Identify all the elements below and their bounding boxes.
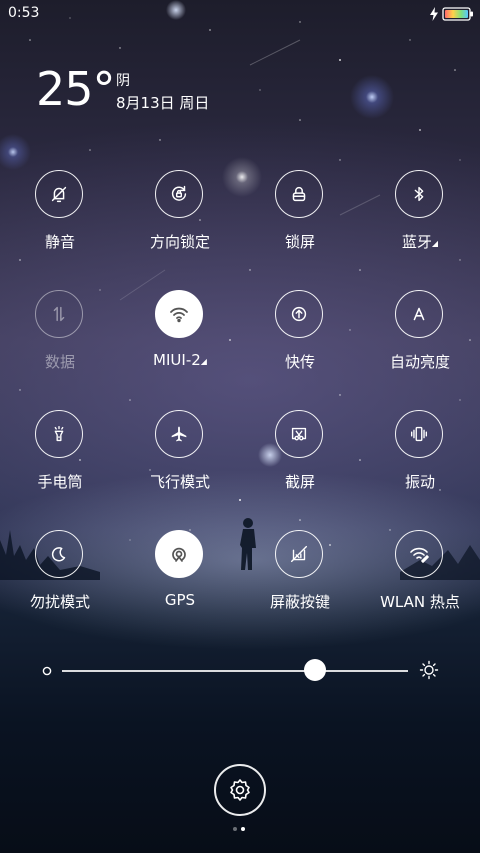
toggle-flashlight-label: 手电筒 xyxy=(37,473,83,491)
toggle-gps[interactable]: GPS xyxy=(120,530,240,630)
hotspot-icon xyxy=(410,547,429,563)
toggle-auto-brightness-button[interactable] xyxy=(395,290,443,338)
brightness-slider[interactable] xyxy=(0,652,480,692)
toggle-airplane-mode[interactable]: 飞行模式 xyxy=(120,410,240,510)
toggle-quick-transfer-button[interactable] xyxy=(275,290,323,338)
toggle-bluetooth-button[interactable] xyxy=(395,170,443,218)
brightness-low-icon xyxy=(42,666,52,676)
toggle-mobile-data-button[interactable] xyxy=(35,290,83,338)
quick-transfer-icon xyxy=(291,306,307,322)
toggle-screenshot[interactable]: 截屏 xyxy=(240,410,360,510)
toggle-do-not-disturb[interactable]: 勿扰模式 xyxy=(0,530,120,630)
toggle-hotspot-label: WLAN 热点 xyxy=(380,593,460,611)
toggle-rotation-lock[interactable]: 方向锁定 xyxy=(120,170,240,270)
rotation-lock-icon xyxy=(171,185,187,201)
toggle-gps-button[interactable] xyxy=(155,530,203,578)
toggle-silent[interactable]: 静音 xyxy=(0,170,120,270)
battery-icon xyxy=(442,7,473,21)
toggle-silent-button[interactable] xyxy=(35,170,83,218)
mobile-data-icon xyxy=(53,306,65,322)
page-dot-active xyxy=(241,827,245,831)
toggle-lock-screen-button[interactable] xyxy=(275,170,323,218)
bluetooth-icon xyxy=(414,186,424,202)
toggle-bluetooth-label: 蓝牙◢ xyxy=(401,233,439,251)
toggle-vibrate-button[interactable] xyxy=(395,410,443,458)
settings-button[interactable] xyxy=(214,764,266,816)
page-indicator xyxy=(232,827,248,833)
toggle-mobile-data[interactable]: 数据 xyxy=(0,290,120,390)
toggle-wifi[interactable]: MIUI-2◢ xyxy=(120,290,240,390)
vibrate-icon xyxy=(410,426,428,442)
toggle-screenshot-button[interactable] xyxy=(275,410,323,458)
auto-brightness-icon xyxy=(413,307,425,321)
gps-icon xyxy=(172,547,186,562)
toggle-airplane-mode-label: 飞行模式 xyxy=(149,473,210,491)
toggle-hotspot-button[interactable] xyxy=(395,530,443,578)
charging-bolt-icon xyxy=(430,7,438,21)
toggle-silent-label: 静音 xyxy=(44,233,75,251)
moon-icon xyxy=(51,547,66,562)
toggle-rotation-lock-button[interactable] xyxy=(155,170,203,218)
more-caret-icon: ◢ xyxy=(200,357,207,366)
screenshot-icon xyxy=(291,427,307,441)
toggle-block-keys-label: 屏蔽按键 xyxy=(269,593,330,611)
toggle-do-not-disturb-button[interactable] xyxy=(35,530,83,578)
toggle-wifi-label: MIUI-2◢ xyxy=(153,351,207,369)
toggle-quick-transfer-label: 快传 xyxy=(284,353,315,371)
toggle-flashlight-button[interactable] xyxy=(35,410,83,458)
wifi-icon xyxy=(170,307,188,323)
toggle-vibrate[interactable]: 振动 xyxy=(360,410,480,510)
flashlight-icon xyxy=(54,425,64,442)
status-time: 0:53 xyxy=(8,5,40,21)
settings-gear-icon xyxy=(230,779,250,801)
toggle-bluetooth[interactable]: 蓝牙◢ xyxy=(360,170,480,270)
airplane-icon xyxy=(171,426,187,442)
weather-condition: 阴 xyxy=(116,73,130,89)
toggle-hotspot[interactable]: WLAN 热点 xyxy=(360,530,480,630)
toggle-auto-brightness[interactable]: 自动亮度 xyxy=(360,290,480,390)
toggle-block-keys[interactable]: 屏蔽按键 xyxy=(240,530,360,630)
brightness-track[interactable] xyxy=(62,670,408,672)
status-bar: 0:53 xyxy=(0,0,480,28)
toggle-mobile-data-label: 数据 xyxy=(44,353,75,371)
toggle-auto-brightness-label: 自动亮度 xyxy=(389,353,450,371)
page-dot xyxy=(233,827,237,831)
weather-temperature: 25° xyxy=(36,62,116,116)
brightness-thumb[interactable] xyxy=(303,659,326,681)
lock-icon xyxy=(292,186,306,202)
weather-date: 8月13日 周日 xyxy=(116,94,210,112)
toggle-flashlight[interactable]: 手电筒 xyxy=(0,410,120,510)
block-keys-icon xyxy=(290,545,308,563)
toggle-rotation-lock-label: 方向锁定 xyxy=(149,233,210,251)
toggle-lock-screen-label: 锁屏 xyxy=(284,233,315,251)
toggle-lock-screen[interactable]: 锁屏 xyxy=(240,170,360,270)
toggle-quick-transfer[interactable]: 快传 xyxy=(240,290,360,390)
toggle-block-keys-button[interactable] xyxy=(275,530,323,578)
bell-off-icon xyxy=(51,186,67,203)
brightness-high-icon xyxy=(419,660,439,680)
toggle-screenshot-label: 截屏 xyxy=(284,473,315,491)
toggle-airplane-mode-button[interactable] xyxy=(155,410,203,458)
toggle-wifi-button[interactable] xyxy=(155,290,203,338)
more-caret-icon: ◢ xyxy=(431,239,439,248)
toggle-do-not-disturb-label: 勿扰模式 xyxy=(29,593,90,611)
toggle-vibrate-label: 振动 xyxy=(404,473,435,491)
toggle-gps-label: GPS xyxy=(164,591,196,609)
